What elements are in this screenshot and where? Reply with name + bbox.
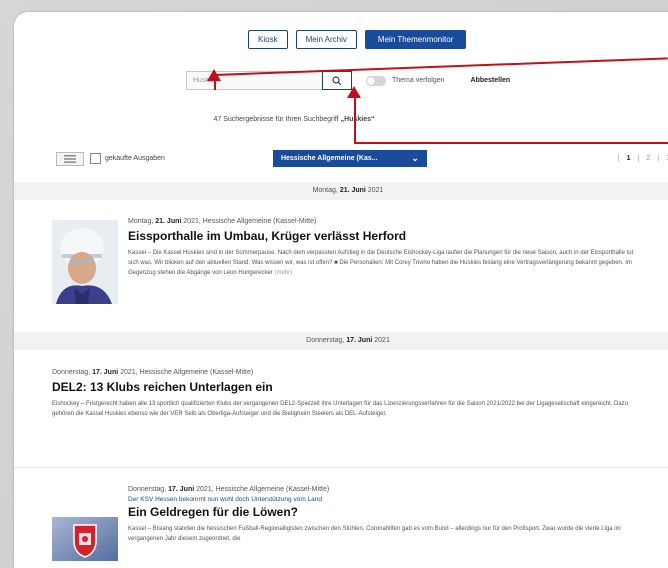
page-divider: | xyxy=(657,155,660,162)
date-band-weekday: Donnerstag, xyxy=(306,337,345,344)
article-meta: Donnerstag, 17. Juni 2021, Hessische All… xyxy=(52,369,642,376)
meta-source: 2021, Hessische Allgemeine (Kassel-Mitte… xyxy=(120,369,254,376)
article-thumbnail-hockey-player[interactable] xyxy=(52,220,118,304)
date-band-year: 2021 xyxy=(367,187,384,194)
article-kicker[interactable]: Der KSV Hessen bekommt nun wohl doch Unt… xyxy=(128,496,638,503)
meta-date: 17. Juni xyxy=(92,369,119,376)
mein-themenmonitor-button[interactable]: Mein Themenmonitor xyxy=(364,30,467,49)
article-item: Donnerstag, 17. Juni 2021, Hessische All… xyxy=(52,369,642,419)
abbestellen-link[interactable]: Abbestellen xyxy=(471,77,511,84)
page-2[interactable]: 2 xyxy=(644,155,652,162)
annotation-arrowhead xyxy=(347,86,361,98)
top-navigation: Kiosk Mein Archiv Mein Themenmonitor xyxy=(248,30,467,49)
thema-verfolgen-toggle[interactable] xyxy=(366,75,386,86)
annotation-line xyxy=(354,142,668,144)
chevron-down-icon: ⌄ xyxy=(411,153,419,163)
article-teaser-text: Kassel – Die Kassel Huskies sind in der … xyxy=(128,250,634,276)
result-count: 47 Suchergebnisse für Ihren Suchbegriff … xyxy=(14,116,574,123)
date-band-day: 17. Juni xyxy=(346,337,373,344)
date-band: Montag, 21. Juni 2021 xyxy=(14,182,668,200)
meta-source: 2021, Hessische Allgemeine (Kassel-Mitte… xyxy=(183,218,317,225)
grid-view-icon xyxy=(64,154,76,163)
article-divider xyxy=(14,467,668,468)
date-band: Donnerstag, 17. Juni 2021 xyxy=(14,332,668,350)
mein-archiv-button[interactable]: Mein Archiv xyxy=(295,30,357,49)
result-count-prefix: 47 Suchergebnisse für Ihren Suchbegriff xyxy=(213,116,339,123)
article-meta: Montag, 21. Juni 2021, Hessische Allgeme… xyxy=(128,218,638,225)
page-1[interactable]: 1 xyxy=(625,155,633,162)
read-more-link[interactable]: (mehr) xyxy=(274,270,292,276)
article-item: Montag, 21. Juni 2021, Hessische Allgeme… xyxy=(128,218,638,278)
article-headline[interactable]: Eissporthalle im Umbau, Krüger verlässt … xyxy=(128,229,638,243)
meta-weekday: Montag, xyxy=(128,218,154,225)
toggle-label: Thema verfolgen xyxy=(392,77,445,84)
filter-row: gekaufte Ausgaben Hessische Allgemeine (… xyxy=(56,150,668,167)
article-item: Donnerstag, 17. Juni 2021, Hessische All… xyxy=(128,486,638,544)
publication-dropdown[interactable]: Hessische Allgemeine (Kas... ⌄ xyxy=(272,150,427,167)
page-3[interactable]: 3 xyxy=(664,155,668,162)
page-divider: | xyxy=(617,155,620,162)
date-band-day: 21. Juni xyxy=(339,187,366,194)
article-headline[interactable]: Ein Geldregen für die Löwen? xyxy=(128,505,638,519)
page-divider: | xyxy=(637,155,640,162)
search-icon xyxy=(332,75,342,85)
toggle-knob xyxy=(367,76,375,85)
meta-date: 21. Juni xyxy=(155,218,182,225)
lion-crest-image xyxy=(52,517,118,561)
article-meta: Donnerstag, 17. Juni 2021, Hessische All… xyxy=(128,486,638,493)
annotation-arrowhead xyxy=(207,69,221,81)
meta-weekday: Donnerstag, xyxy=(128,486,167,493)
meta-date: 17. Juni xyxy=(168,486,195,493)
app-screen: Kiosk Mein Archiv Mein Themenmonitor The… xyxy=(14,12,668,568)
meta-weekday: Donnerstag, xyxy=(52,369,91,376)
result-count-term: „Huskies“ xyxy=(340,116,375,123)
article-teaser: Eishockey – Fristgerecht haben alle 13 s… xyxy=(52,401,629,417)
article-teaser: Kassel – Bislang standen die hessischen … xyxy=(128,526,621,542)
annotation-line xyxy=(354,92,356,144)
view-toggle-button[interactable] xyxy=(56,151,84,166)
meta-source: 2021, Hessische Allgemeine (Kassel-Mitte… xyxy=(196,486,330,493)
gekaufte-ausgaben-checkbox[interactable] xyxy=(90,153,101,164)
kiosk-button[interactable]: Kiosk xyxy=(248,30,288,49)
article-headline[interactable]: DEL2: 13 Klubs reichen Unterlagen ein xyxy=(52,380,642,394)
date-band-year: 2021 xyxy=(374,337,390,344)
dropdown-value: Hessische Allgemeine (Kas... xyxy=(280,155,378,162)
pagination: | 1 | 2 | 3 xyxy=(616,155,668,162)
date-band-weekday: Montag, xyxy=(312,187,338,194)
hockey-player-image xyxy=(52,220,118,304)
article-thumbnail-lion-crest[interactable] xyxy=(52,517,118,561)
checkbox-label: gekaufte Ausgaben xyxy=(105,155,165,162)
article-teaser: Kassel – Die Kassel Huskies sind in der … xyxy=(128,248,638,278)
